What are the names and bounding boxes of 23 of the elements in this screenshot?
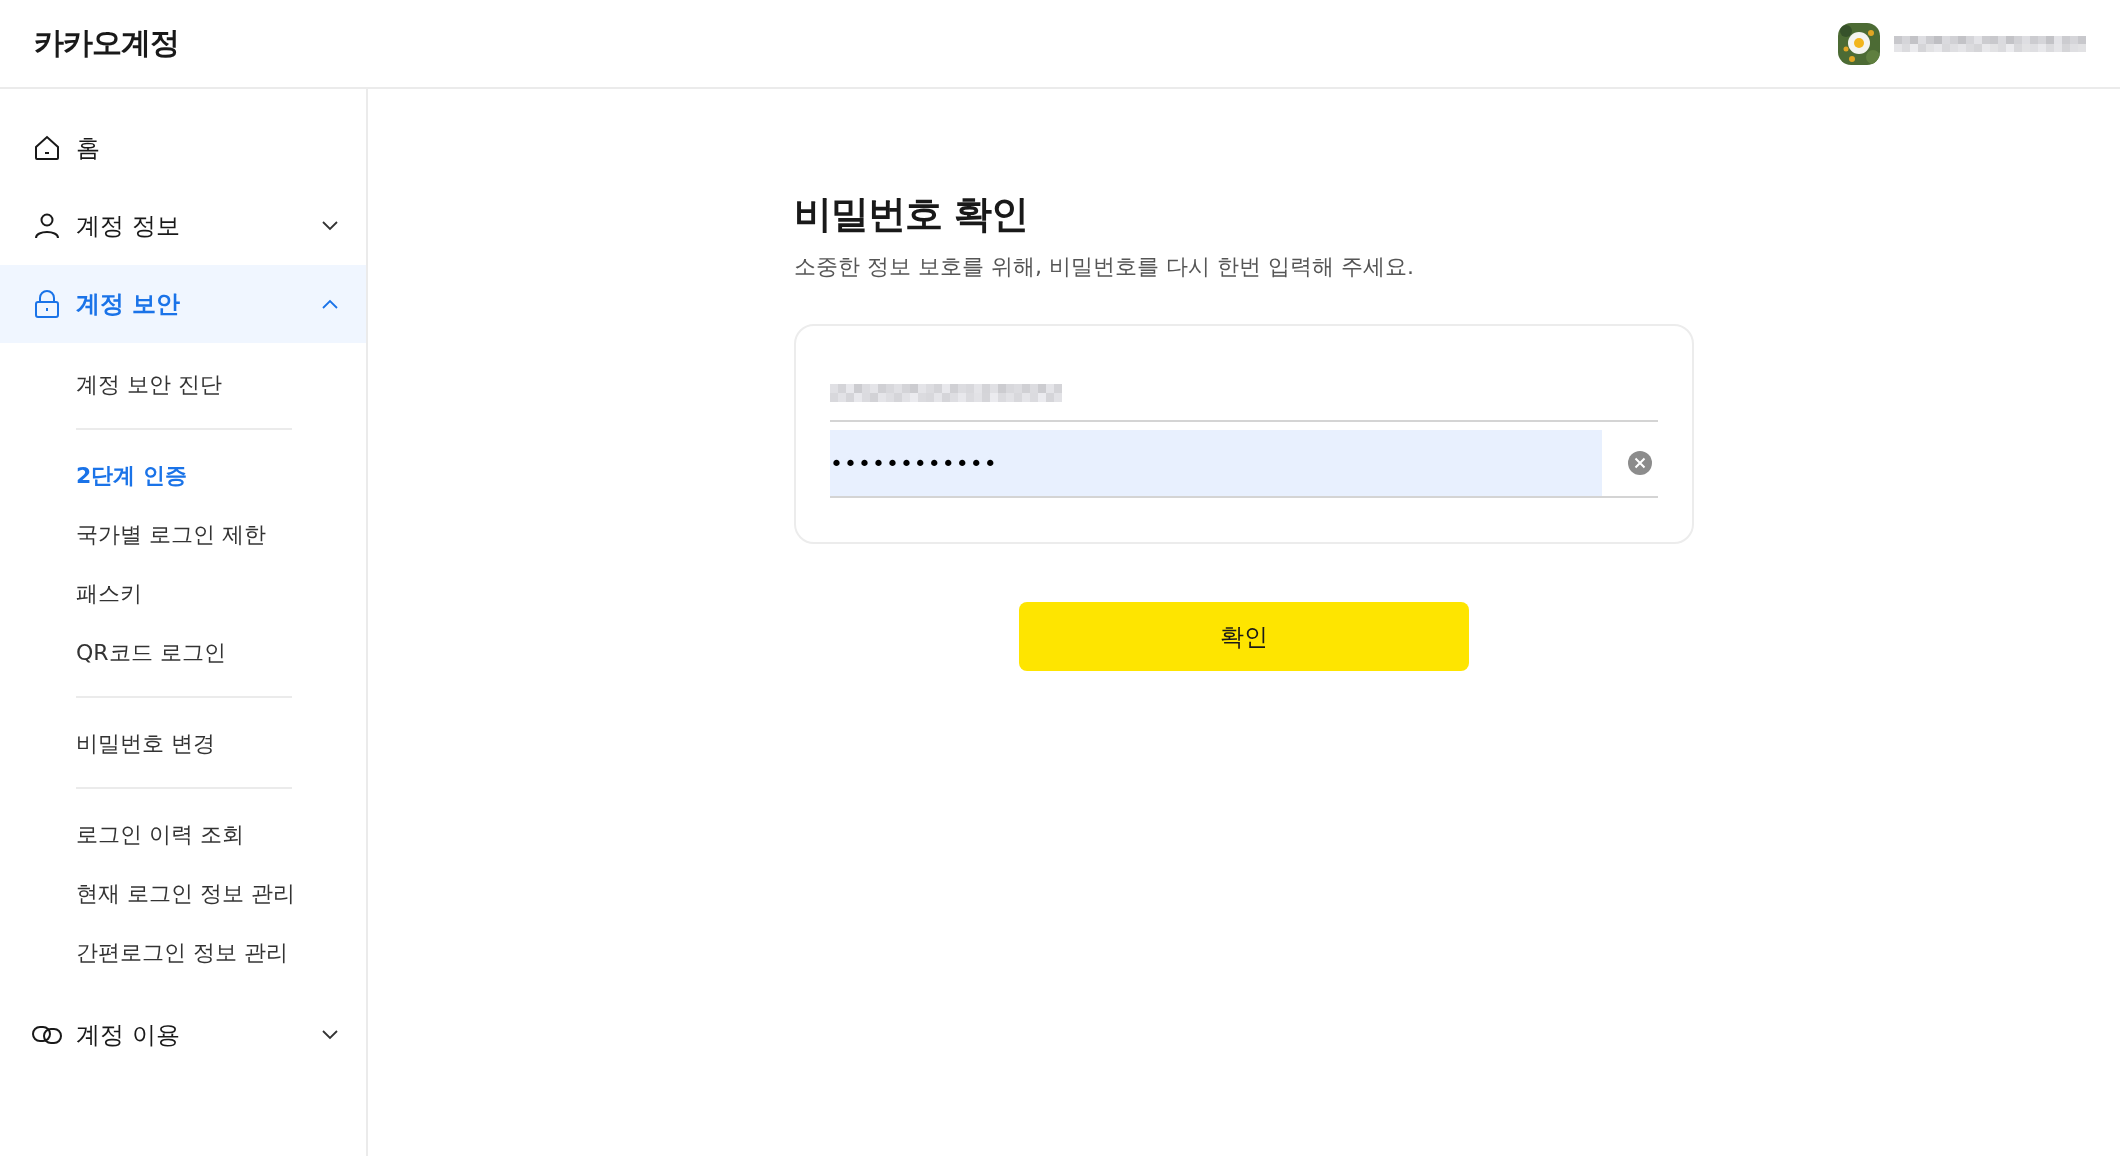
nav-item[interactable]: 계정 정보 <box>0 187 366 265</box>
person-icon <box>34 213 60 239</box>
nav-item[interactable]: 계정 이용 <box>0 996 366 1074</box>
sub-nav-item[interactable]: QR코드 로그인 <box>76 623 226 682</box>
sub-nav-item[interactable]: 비밀번호 변경 <box>76 714 215 773</box>
page-subtitle: 소중한 정보 보호를 위해, 비밀번호를 다시 한번 입력해 주세요. <box>794 253 1415 281</box>
confirm-button[interactable]: 확인 <box>1019 602 1469 671</box>
sub-nav-item[interactable]: 2단계 인증 <box>76 446 187 505</box>
lock-icon <box>34 290 60 318</box>
clear-icon[interactable] <box>1628 451 1652 475</box>
password-field[interactable]: •••••••••••• <box>830 430 1602 496</box>
sub-nav-item[interactable]: 패스키 <box>76 564 142 623</box>
sub-nav-item[interactable]: 로그인 이력 조회 <box>76 805 244 864</box>
page-title: 비밀번호 확인 <box>794 191 1030 238</box>
logo[interactable]: 카카오계정 <box>34 23 179 64</box>
sub-nav-item[interactable]: 간편로그인 정보 관리 <box>76 923 288 982</box>
nav-item[interactable]: 계정 보안 <box>0 265 366 343</box>
link-icon <box>32 1024 62 1046</box>
sub-nav-item[interactable]: 계정 보안 진단 <box>76 355 222 414</box>
home-icon <box>34 135 60 161</box>
nav-item[interactable]: 홈 <box>0 109 366 187</box>
sub-nav-item[interactable]: 국가별 로그인 제한 <box>76 505 266 564</box>
sub-nav-item[interactable]: 현재 로그인 정보 관리 <box>76 864 295 923</box>
